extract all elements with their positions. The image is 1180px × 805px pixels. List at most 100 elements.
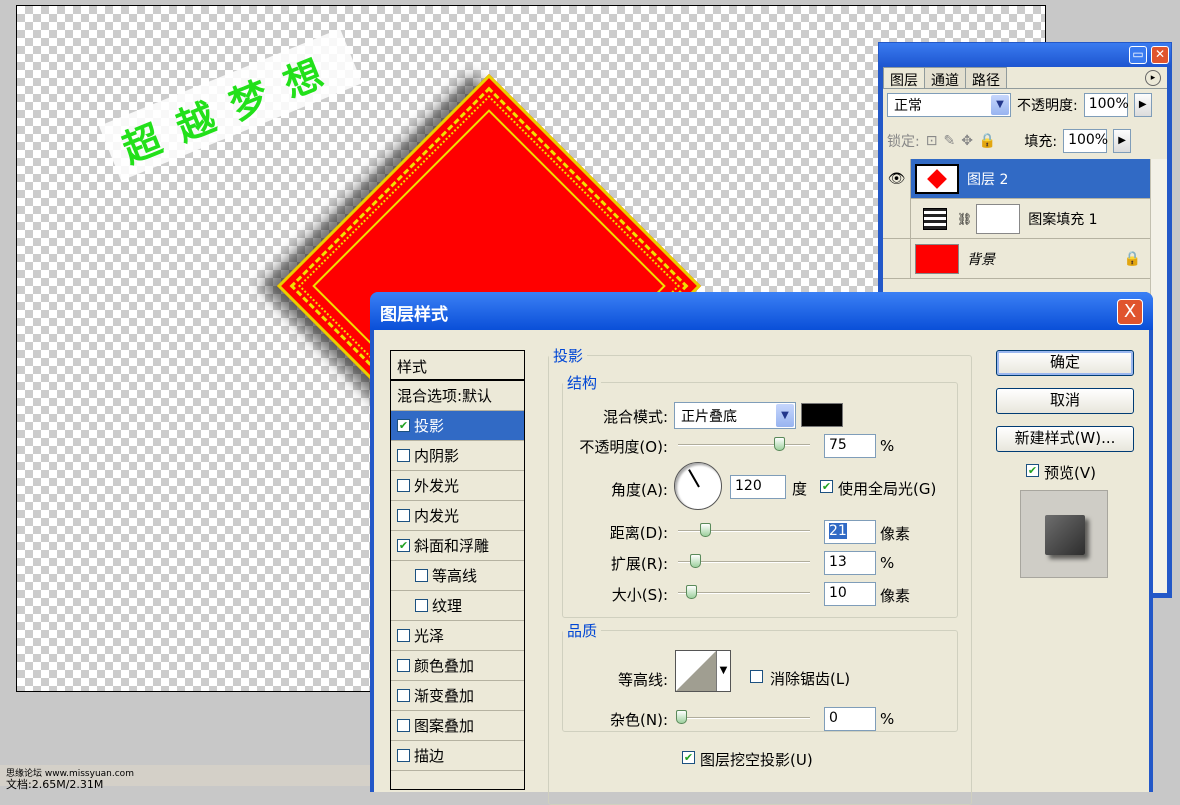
dialog-title: 图层样式 (370, 292, 1153, 330)
noise-unit: % (880, 710, 895, 728)
style-checkbox[interactable] (397, 449, 410, 462)
noise-input[interactable]: 0 (824, 707, 876, 731)
fill-input[interactable]: 100% (1063, 129, 1108, 153)
antialias-checkbox[interactable] (750, 670, 763, 683)
shadow-color-swatch[interactable] (801, 403, 843, 427)
style-list-item[interactable]: 等高线 (391, 561, 524, 591)
style-checkbox[interactable] (415, 569, 428, 582)
opacity-input[interactable]: 100% (1083, 93, 1129, 117)
style-list-item[interactable]: 描边 (391, 741, 524, 771)
style-list-item[interactable]: 光泽 (391, 621, 524, 651)
distance-input[interactable]: 21 (824, 520, 876, 544)
panel-tabs: 图层 通道 路径 ▸ (883, 67, 1167, 89)
lock-transparency-icon[interactable]: ⊡ (926, 133, 938, 149)
layer-row[interactable]: ⛓ 图案填充 1 (883, 198, 1151, 239)
opacity-input[interactable]: 75 (824, 434, 876, 458)
visibility-toggle[interactable] (883, 238, 911, 279)
style-item-label: 投影 (414, 417, 445, 435)
opacity-slider[interactable] (678, 437, 810, 451)
knockout-label[interactable]: 图层挖空投影(U) (700, 749, 813, 770)
spread-input[interactable]: 13 (824, 551, 876, 575)
lock-all-icon[interactable]: 🔒 (979, 133, 996, 149)
wordart-text: 超越梦想 (99, 28, 363, 181)
noise-slider-knob[interactable] (676, 710, 687, 724)
layer-mask-thumbnail (976, 203, 1021, 234)
layer-name[interactable]: 背景 (967, 249, 995, 269)
style-item-label: 混合选项:默认 (397, 387, 493, 405)
style-list-item[interactable]: 外发光 (391, 471, 524, 501)
close-icon[interactable]: ✕ (1151, 46, 1169, 64)
tab-channels[interactable]: 通道 (924, 67, 966, 89)
style-item-label: 内发光 (414, 507, 460, 525)
minimize-icon[interactable]: ▭ (1129, 46, 1147, 64)
spread-label: 扩展(R): (610, 555, 668, 573)
style-checkbox[interactable] (415, 599, 428, 612)
style-checkbox[interactable] (397, 749, 410, 762)
knockout-checkbox[interactable]: ✔ (682, 751, 695, 764)
angle-input[interactable]: 120 (730, 475, 786, 499)
opacity-arrow-icon[interactable]: ▶ (1133, 93, 1152, 117)
lock-move-icon[interactable]: ✥ (961, 133, 973, 149)
eye-icon[interactable]: 👁 (883, 158, 911, 199)
antialias-label[interactable]: 消除锯齿(L) (770, 668, 850, 689)
style-item-label: 图案叠加 (414, 717, 475, 735)
size-input[interactable]: 10 (824, 582, 876, 606)
style-item-label: 等高线 (432, 567, 478, 585)
distance-slider-knob[interactable] (700, 523, 711, 537)
spread-slider-knob[interactable] (690, 554, 701, 568)
layer-name[interactable]: 图层 2 (967, 169, 1008, 189)
fill-arrow-icon[interactable]: ▶ (1113, 129, 1132, 153)
panel-menu-icon[interactable]: ▸ (1145, 70, 1161, 86)
tab-layers[interactable]: 图层 (883, 67, 925, 89)
style-checkbox[interactable] (397, 719, 410, 732)
layer-thumbnail (915, 243, 959, 274)
noise-slider[interactable] (676, 710, 810, 724)
style-list-item[interactable]: 纹理 (391, 591, 524, 621)
size-slider-knob[interactable] (686, 585, 697, 599)
blend-mode-value: 正常 (894, 98, 922, 114)
style-checkbox[interactable]: ✔ (397, 419, 410, 432)
ok-button[interactable]: 确定 (996, 350, 1134, 376)
spread-unit: % (880, 554, 895, 572)
distance-slider[interactable] (678, 523, 810, 537)
style-list-item[interactable]: 内发光 (391, 501, 524, 531)
preview-checkbox[interactable]: ✔ (1026, 464, 1039, 477)
cancel-button[interactable]: 取消 (996, 388, 1134, 414)
layer-name[interactable]: 图案填充 1 (1028, 209, 1097, 229)
style-checkbox[interactable] (397, 479, 410, 492)
contour-picker[interactable]: ▼ (675, 650, 731, 692)
spread-slider[interactable] (678, 554, 810, 568)
style-list-item[interactable]: 渐变叠加 (391, 681, 524, 711)
style-list-header[interactable]: 样式 (391, 351, 524, 381)
style-list-item[interactable]: ✔ 斜面和浮雕 (391, 531, 524, 561)
blend-mode-select[interactable]: 正片叠底 ▼ (674, 402, 796, 429)
style-checkbox[interactable]: ✔ (397, 539, 410, 552)
style-checkbox[interactable] (397, 509, 410, 522)
visibility-toggle[interactable] (883, 198, 911, 239)
style-checkbox[interactable] (397, 689, 410, 702)
style-list-item[interactable]: 图案叠加 (391, 711, 524, 741)
preview-label[interactable]: 预览(V) (1044, 462, 1096, 483)
angle-dial[interactable] (674, 462, 722, 510)
fill-label: 填充: (1024, 134, 1058, 150)
style-item-label: 斜面和浮雕 (414, 537, 490, 555)
style-checkbox[interactable] (397, 629, 410, 642)
document-size: 文档:2.65M/2.31M (6, 778, 104, 791)
style-list-item[interactable]: 颜色叠加 (391, 651, 524, 681)
global-light-checkbox[interactable]: ✔ (820, 480, 833, 493)
style-checkbox[interactable] (397, 659, 410, 672)
style-list-item[interactable]: 混合选项:默认 (391, 381, 524, 411)
tab-paths[interactable]: 路径 (965, 67, 1007, 89)
distance-label: 距离(D): (609, 524, 668, 542)
new-style-button[interactable]: 新建样式(W)... (996, 426, 1134, 452)
layer-row[interactable]: 背景 🔒 (883, 238, 1151, 279)
opacity-slider-knob[interactable] (774, 437, 785, 451)
style-list-item[interactable]: 内阴影 (391, 441, 524, 471)
global-light-label[interactable]: 使用全局光(G) (838, 478, 936, 499)
lock-brush-icon[interactable]: ✎ (943, 133, 955, 149)
layer-blend-mode-select[interactable]: 正常 ▼ (887, 93, 1011, 117)
size-slider[interactable] (678, 585, 810, 599)
layer-row[interactable]: 👁 图层 2 (883, 158, 1151, 199)
close-icon[interactable]: X (1117, 299, 1143, 325)
style-list-item[interactable]: ✔ 投影 (391, 411, 524, 441)
